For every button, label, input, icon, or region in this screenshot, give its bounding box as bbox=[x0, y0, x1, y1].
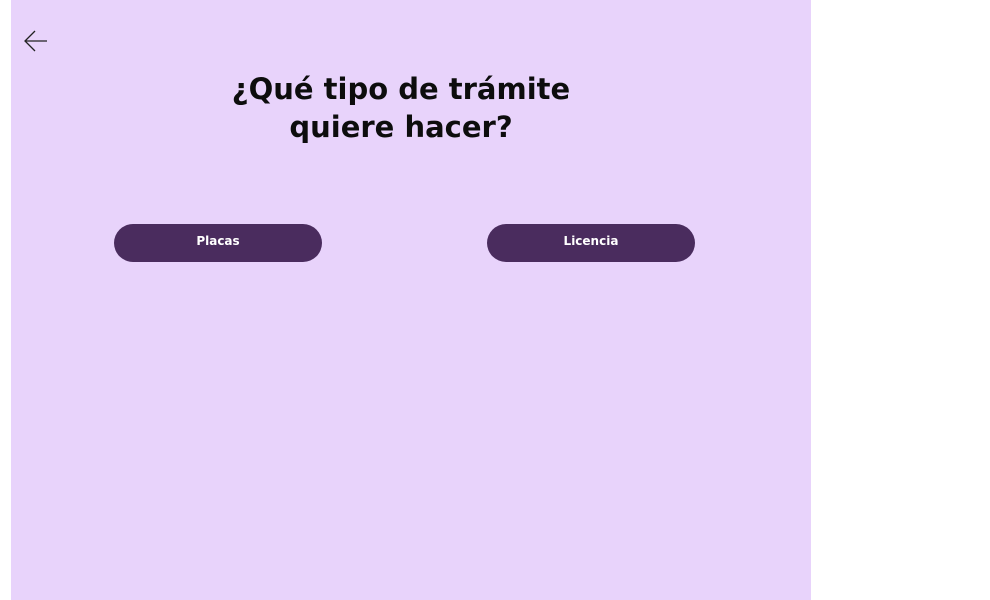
procedure-selection-screen: ¿Qué tipo de trámite quiere hacer? Placa… bbox=[11, 0, 811, 600]
back-button[interactable] bbox=[23, 28, 49, 54]
placas-button[interactable]: Placas bbox=[114, 224, 322, 262]
licencia-button[interactable]: Licencia bbox=[487, 224, 695, 262]
arrow-left-icon bbox=[24, 30, 47, 52]
page-title: ¿Qué tipo de trámite quiere hacer? bbox=[11, 70, 791, 146]
page-title-line-1: ¿Qué tipo de trámite bbox=[231, 72, 571, 106]
page-title-line-2: quiere hacer? bbox=[289, 110, 513, 144]
